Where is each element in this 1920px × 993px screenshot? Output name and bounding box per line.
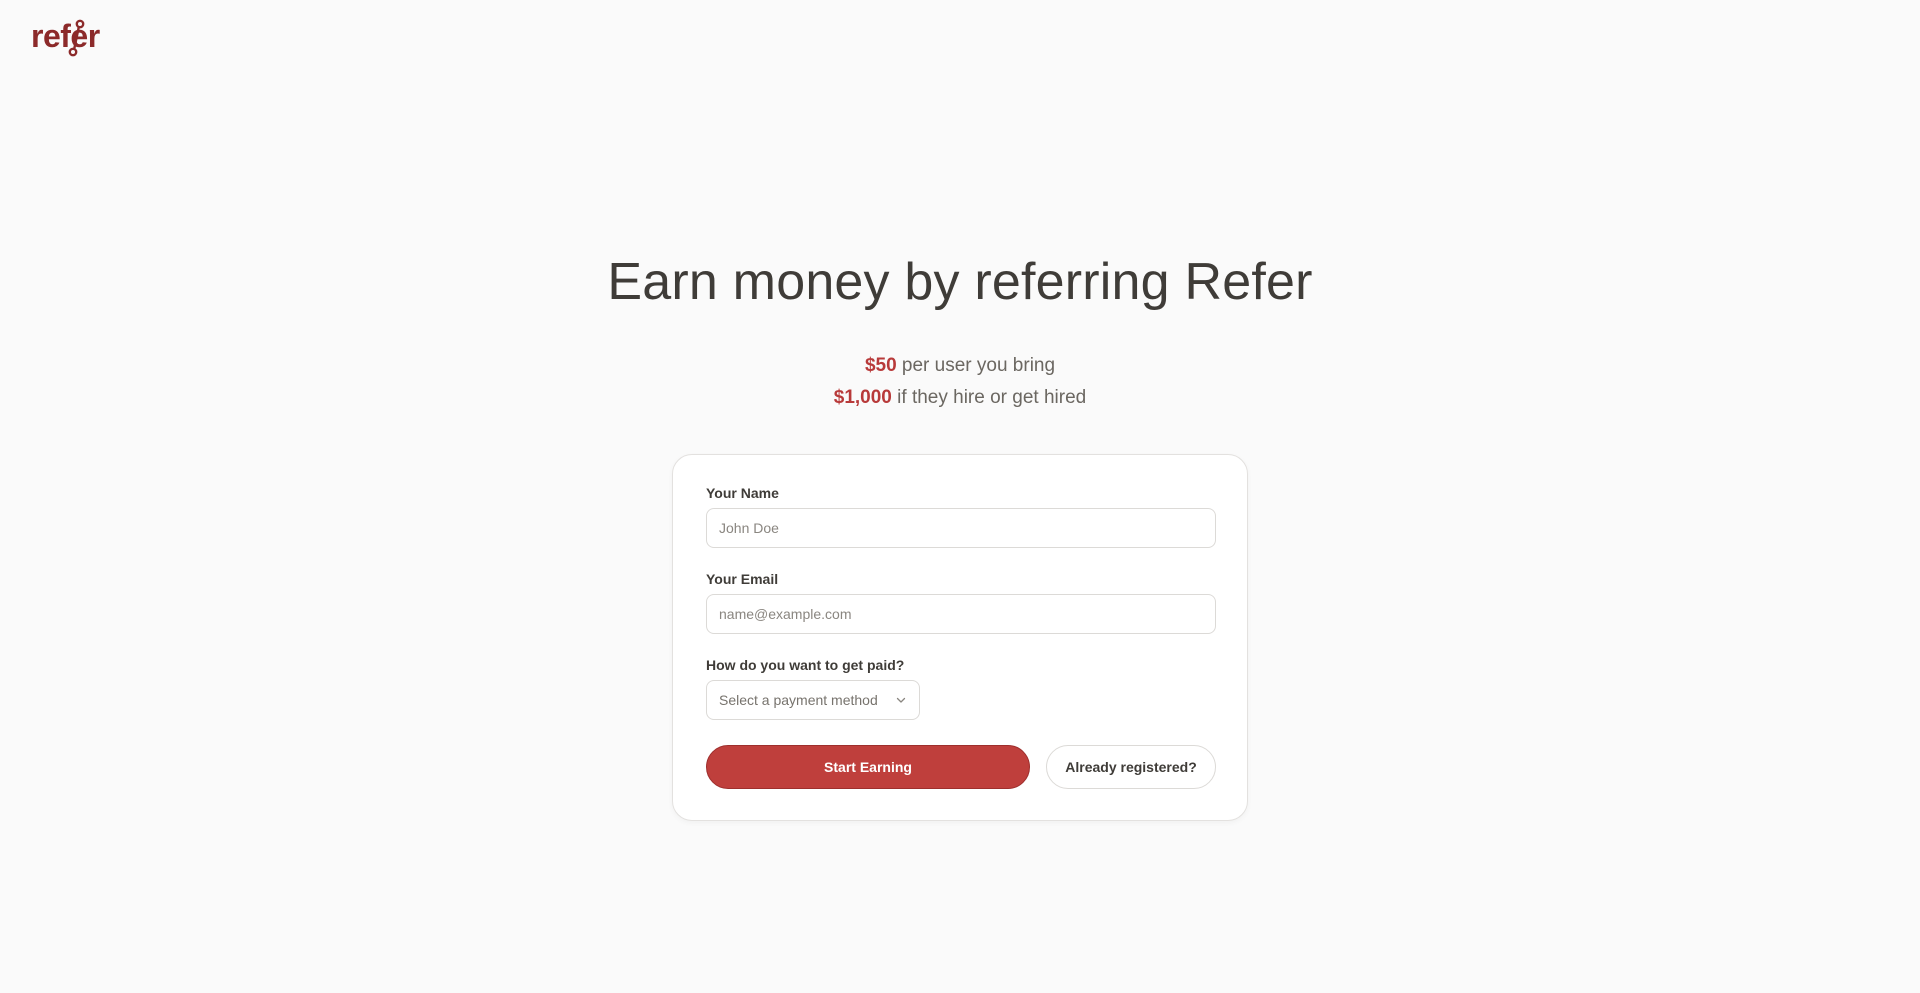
benefit-amount: $50 bbox=[864, 355, 897, 376]
payment-method-select[interactable]: Select a payment method bbox=[706, 680, 920, 720]
page: refer Earn money by referring Refer $50 … bbox=[0, 0, 1920, 993]
payment-method-placeholder: Select a payment method bbox=[719, 692, 878, 708]
benefit-line: $1,000 if they hire or get hired bbox=[0, 387, 1920, 409]
chevron-down-icon bbox=[896, 697, 906, 703]
logo[interactable]: refer bbox=[31, 18, 100, 57]
payment-label: How do you want to get paid? bbox=[706, 657, 905, 673]
start-earning-button[interactable]: Start Earning bbox=[706, 745, 1030, 789]
benefit-amount: $1,000 bbox=[833, 387, 892, 408]
email-input[interactable] bbox=[706, 594, 1216, 634]
logo-text: refer bbox=[31, 18, 100, 54]
signup-card: Your Name Your Email How do you want to … bbox=[672, 454, 1248, 821]
name-label: Your Name bbox=[706, 485, 779, 501]
benefit-text: per user you bring bbox=[896, 355, 1056, 376]
benefit-text: if they hire or get hired bbox=[891, 387, 1087, 408]
name-input[interactable] bbox=[706, 508, 1216, 548]
already-registered-button[interactable]: Already registered? bbox=[1046, 745, 1216, 789]
page-title: Earn money by referring Refer bbox=[607, 253, 1313, 311]
email-label: Your Email bbox=[706, 571, 779, 587]
benefit-line: $50 per user you bring bbox=[0, 355, 1920, 377]
